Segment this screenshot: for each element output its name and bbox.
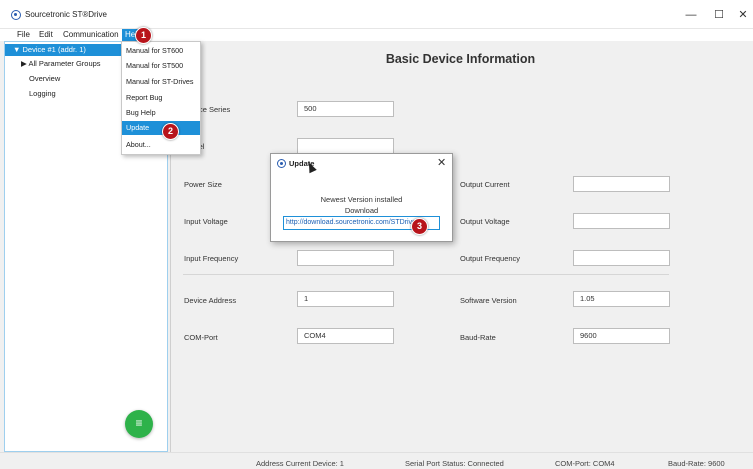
menu-edit[interactable]: Edit (36, 29, 56, 41)
window-title: Sourcetronic ST®Drive (25, 10, 107, 19)
menu-item-report-bug[interactable]: Report Bug (122, 91, 200, 105)
input-frequency-label: Input Frequency (184, 254, 239, 263)
step-badge: 2 (162, 123, 179, 140)
step-badge: 3 (411, 218, 428, 235)
menu-file[interactable]: File (14, 29, 33, 41)
close-button[interactable]: ✕ (731, 7, 753, 23)
status-serial: Serial Port Status: Connected (405, 459, 504, 468)
minimize-button[interactable]: — (679, 7, 703, 23)
help-menu-dropdown: Manual for ST600 Manual for ST500 Manual… (121, 41, 201, 155)
input-voltage-label: Input Voltage (184, 217, 228, 226)
software-version-field[interactable]: 1.05 (573, 291, 670, 307)
power-size-label: Power Size (184, 180, 222, 189)
menu-item-about[interactable]: About... (122, 138, 200, 152)
output-frequency-field[interactable] (573, 250, 670, 266)
device-address-field[interactable]: 1 (297, 291, 394, 307)
status-address: Address Current Device: 1 (256, 459, 344, 468)
com-port-field[interactable]: COM4 (297, 328, 394, 344)
menu-item-manual-st500[interactable]: Manual for ST500 (122, 59, 200, 73)
app-logo-icon (11, 10, 21, 20)
tree-item-overview[interactable]: Overview (29, 73, 60, 85)
menu-item-manual-st-drives[interactable]: Manual for ST-Drives (122, 75, 200, 89)
menu-item-update[interactable]: Update (122, 121, 200, 135)
menu-bar: File Edit Communication Help (0, 29, 753, 41)
section-divider (183, 274, 669, 275)
software-version-label: Software Version (460, 296, 517, 305)
baud-rate-field[interactable]: 9600 (573, 328, 670, 344)
output-current-field[interactable] (573, 176, 670, 192)
maximize-button[interactable]: ☐ (707, 7, 731, 23)
menu-fab-button[interactable]: ≡ (125, 410, 153, 438)
status-com-port: COM-Port: COM4 (555, 459, 615, 468)
status-bar: Address Current Device: 1 Serial Port St… (0, 452, 753, 469)
status-baud-rate: Baud-Rate: 9600 (668, 459, 725, 468)
output-voltage-label: Output Voltage (460, 217, 510, 226)
input-frequency-field[interactable] (297, 250, 394, 266)
output-voltage-field[interactable] (573, 213, 670, 229)
download-label: Download (344, 206, 379, 215)
hamburger-icon: ≡ (135, 416, 143, 430)
tree-item-logging[interactable]: Logging (29, 88, 56, 100)
menu-item-bug-help[interactable]: Bug Help (122, 106, 200, 120)
app-logo-icon (277, 159, 286, 168)
com-port-label: COM-Port (184, 333, 218, 342)
device-series-field[interactable]: 500 (297, 101, 394, 117)
output-frequency-label: Output Frequency (460, 254, 521, 263)
menu-item-manual-st600[interactable]: Manual for ST600 (122, 44, 200, 58)
output-current-label: Output Current (460, 180, 510, 189)
device-address-label: Device Address (184, 296, 237, 305)
dialog-title-bar: Update ✕ (271, 154, 452, 172)
step-badge: 1 (135, 27, 152, 44)
menu-communication[interactable]: Communication (60, 29, 122, 41)
model-field[interactable] (297, 138, 394, 154)
baud-rate-label: Baud-Rate (460, 333, 496, 342)
tree-item-parameter-groups[interactable]: ▶ All Parameter Groups (21, 58, 101, 70)
dialog-close-button[interactable]: ✕ (437, 156, 446, 169)
version-status-text: Newest Version installed (320, 195, 403, 204)
page-title: Basic Device Information (385, 52, 536, 66)
main-panel: Basic Device Information Device Series 5… (170, 41, 749, 452)
title-bar: Sourcetronic ST®Drive — ☐ ✕ (0, 0, 753, 29)
